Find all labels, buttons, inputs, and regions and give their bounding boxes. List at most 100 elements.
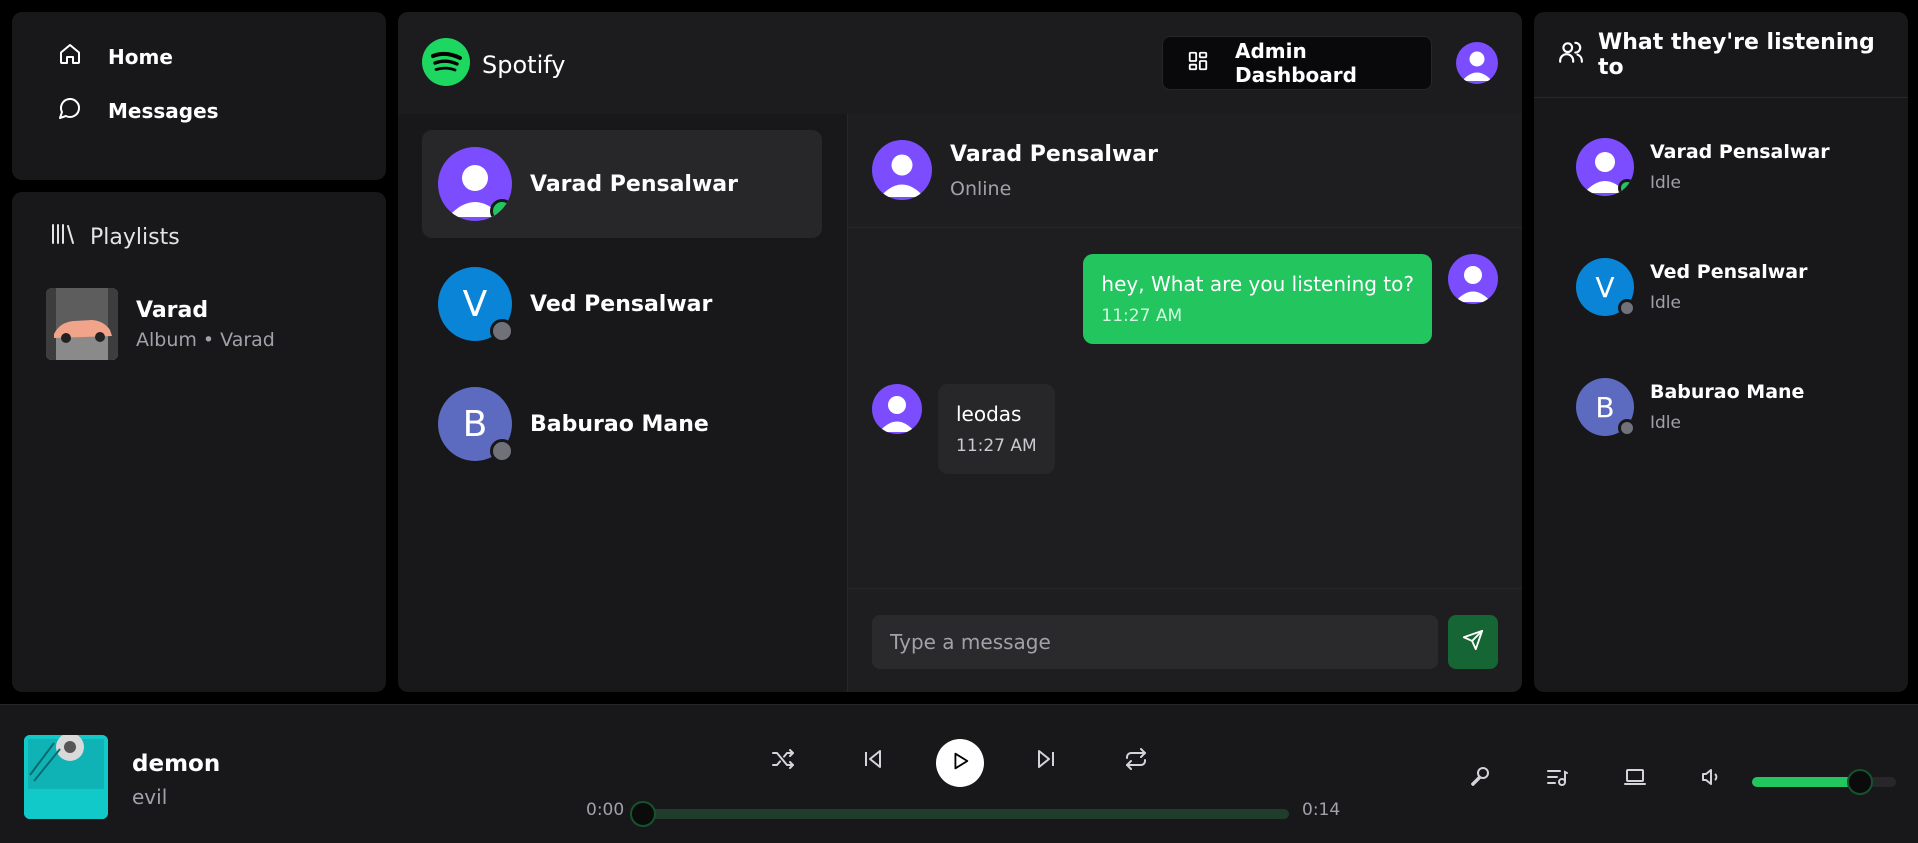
avatar: B	[438, 387, 514, 463]
activity-header: What they're listening to	[1534, 12, 1908, 98]
laptop-icon	[1623, 765, 1647, 793]
previous-button[interactable]	[853, 741, 893, 781]
playlist-title: Varad	[136, 297, 209, 323]
dashboard-icon	[1187, 50, 1209, 77]
library-panel: Playlists Varad Album • Varad	[12, 192, 386, 692]
brand[interactable]: Spotify	[422, 38, 565, 92]
skip-back-icon	[861, 747, 885, 775]
friend-name: Varad Pensalwar	[1650, 141, 1830, 163]
friend-name: Ved Pensalwar	[1650, 261, 1808, 283]
nav-item-label: Messages	[108, 98, 219, 123]
home-icon	[58, 42, 82, 71]
offline-indicator	[1618, 419, 1636, 437]
sender-avatar	[1448, 254, 1498, 304]
users-list: Varad Pensalwar V Ved Pensalwar B Babura…	[398, 114, 848, 692]
avatar-initial: V	[1595, 270, 1615, 304]
friend-item[interactable]: Varad Pensalwar Idle	[1576, 138, 1830, 196]
spotify-logo-icon	[422, 38, 470, 92]
avatar-initial: V	[462, 283, 488, 325]
message-input[interactable]	[872, 615, 1438, 669]
avatar-initial: B	[1595, 390, 1615, 424]
nav-item-label: Home	[108, 44, 173, 69]
playlist-cover	[46, 288, 118, 360]
library-header: Playlists	[50, 222, 180, 252]
chat-contact-name: Varad Pensalwar	[950, 142, 1158, 167]
skip-forward-icon	[1034, 747, 1058, 775]
play-icon	[949, 750, 971, 776]
user-avatar[interactable]	[1456, 42, 1498, 84]
message-incoming: leodas 11:27 AM	[938, 384, 1055, 474]
send-button[interactable]	[1448, 615, 1498, 669]
message-time: 11:27 AM	[1101, 306, 1183, 326]
user-name: Baburao Mane	[530, 411, 709, 437]
topbar: Spotify Admin Dashboard	[398, 12, 1522, 114]
online-indicator	[490, 199, 512, 221]
avatar	[1576, 138, 1634, 196]
avatar: B	[1576, 378, 1636, 437]
user-name: Varad Pensalwar	[530, 171, 738, 197]
progress-handle[interactable]	[630, 801, 656, 827]
library-title: Playlists	[90, 224, 180, 250]
user-list-item[interactable]: V Ved Pensalwar	[422, 250, 822, 358]
friend-item[interactable]: V Ved Pensalwar Idle	[1576, 258, 1808, 317]
message-text: hey, What are you listening to?	[1101, 272, 1414, 296]
device-button[interactable]	[1615, 759, 1655, 799]
message-text: leodas	[956, 402, 1022, 426]
repeat-icon	[1124, 747, 1148, 775]
user-list-item[interactable]: B Baburao Mane	[422, 370, 822, 478]
nav-item-messages[interactable]: Messages	[58, 96, 219, 125]
volume-icon	[1700, 765, 1724, 793]
current-time: 0:00	[586, 800, 625, 820]
volume-level	[1752, 777, 1860, 787]
user-list-item[interactable]: Varad Pensalwar	[422, 130, 822, 238]
queue-button[interactable]	[1537, 759, 1577, 799]
play-button[interactable]	[936, 739, 984, 787]
now-playing-artist: evil	[132, 785, 168, 809]
message-outgoing: hey, What are you listening to? 11:27 AM	[1083, 254, 1432, 344]
avatar: V	[438, 267, 514, 343]
sender-avatar	[872, 384, 922, 434]
volume-handle[interactable]	[1847, 769, 1873, 795]
avatar-initial: B	[462, 403, 488, 445]
volume-slider[interactable]	[1752, 777, 1896, 787]
friend-item[interactable]: B Baburao Mane Idle	[1576, 378, 1804, 437]
queue-icon	[1545, 765, 1569, 793]
playback-bar: demon evil 0:00 0:14	[0, 704, 1918, 843]
next-button[interactable]	[1026, 741, 1066, 781]
message-composer	[848, 588, 1522, 692]
playlist-subtitle: Album • Varad	[136, 328, 275, 351]
activity-title: What they're listening to	[1598, 29, 1875, 80]
chat-header: Varad Pensalwar Online	[848, 114, 1522, 228]
brand-name: Spotify	[482, 51, 566, 79]
chat-panel: Spotify Admin Dashboard Varad Pensalwar …	[398, 12, 1522, 692]
admin-dashboard-button[interactable]: Admin Dashboard	[1162, 36, 1432, 90]
repeat-button[interactable]	[1116, 741, 1156, 781]
friends-activity-panel: What they're listening to Varad Pensalwa…	[1534, 12, 1908, 692]
progress-slider[interactable]	[643, 809, 1289, 819]
now-playing-title: demon	[132, 751, 221, 777]
volume-button[interactable]	[1692, 759, 1732, 799]
nav-item-home[interactable]: Home	[58, 42, 173, 71]
shuffle-button[interactable]	[763, 741, 803, 781]
friend-status: Idle	[1650, 293, 1681, 313]
library-icon	[50, 222, 76, 252]
shuffle-icon	[771, 747, 795, 775]
message-icon	[58, 96, 82, 125]
online-indicator	[1618, 179, 1634, 196]
message-time: 11:27 AM	[956, 436, 1037, 456]
friend-status: Idle	[1650, 413, 1681, 433]
lyrics-button[interactable]	[1460, 759, 1500, 799]
chat-area: Varad Pensalwar Online hey, What are you…	[848, 114, 1522, 692]
nav-panel: Home Messages	[12, 12, 386, 180]
microphone-icon	[1468, 765, 1492, 793]
chat-contact-status: Online	[950, 178, 1012, 200]
playlist-item[interactable]: Varad Album • Varad	[46, 288, 275, 360]
chat-avatar	[872, 140, 932, 200]
user-name: Ved Pensalwar	[530, 291, 713, 317]
admin-dashboard-label: Admin Dashboard	[1235, 39, 1357, 87]
offline-indicator	[1618, 299, 1636, 317]
now-playing-cover	[24, 735, 108, 819]
avatar	[438, 147, 512, 221]
offline-indicator	[490, 319, 514, 343]
friend-status: Idle	[1650, 173, 1681, 193]
